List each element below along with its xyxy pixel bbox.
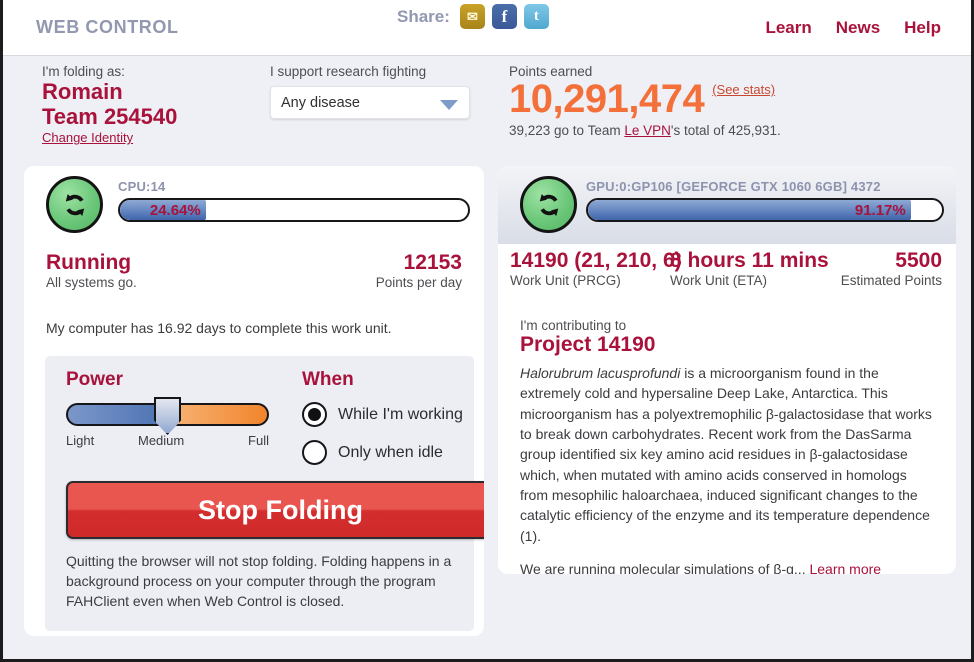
power-slider-labels: Light Medium Full [66, 433, 269, 449]
when-title: When [302, 369, 354, 390]
radio-while-working-label: While I'm working [338, 405, 463, 423]
share-bar: Share: ✉ f t [397, 4, 549, 29]
disease-select-value: Any disease [281, 94, 360, 111]
slot-card-cpu[interactable]: CPU:14 24.64% Running All systems go. 12… [24, 166, 484, 636]
organism-name: Halorubrum lacusprofundi [520, 365, 681, 382]
contributing-label: I'm contributing to [520, 318, 627, 333]
gpu-eta-label: Work Unit (ETA) [670, 273, 768, 289]
cpu-status-title: Running [46, 251, 132, 274]
chevron-down-icon [440, 100, 458, 110]
slot-card-gpu[interactable]: GPU:0:GP106 [GEFORCE GTX 1060 6GB] 4372 … [498, 166, 956, 574]
cpu-ppd: 12153 Points per day [375, 251, 462, 291]
refresh-icon [520, 176, 577, 233]
facebook-share-icon[interactable]: f [491, 4, 517, 29]
project-title: Project 14190 [520, 333, 656, 356]
stop-folding-button[interactable]: Stop Folding [66, 481, 484, 539]
cpu-slot-header[interactable]: CPU:14 24.64% [24, 166, 484, 244]
cpu-status: Running All systems go. [46, 251, 137, 291]
quit-note: Quitting the browser will not stop foldi… [66, 553, 452, 609]
cpu-status-row: Running All systems go. 12153 Points per… [24, 244, 484, 300]
team-note-suffix: 's total of 425,931. [670, 122, 781, 138]
disease-select[interactable]: Any disease [270, 86, 470, 119]
header-nav: Learn News Help [765, 18, 941, 38]
radio-only-idle[interactable]: Only when idle [302, 440, 463, 465]
web-control-page: WEB CONTROL Share: ✉ f t Learn News Help… [0, 0, 974, 662]
project-description-p1: Halorubrum lacusprofundi is a microorgan… [520, 363, 934, 546]
gpu-est-label: Estimated Points [840, 273, 942, 289]
nav-link-news[interactable]: News [836, 18, 880, 38]
power-label-medium: Medium [138, 433, 185, 448]
disease-label: I support research fighting [270, 64, 427, 79]
gpu-prcg: 14190 (21, 210, 6) Work Unit (PRCG) [510, 249, 682, 289]
folding-as-label: I'm folding as: [42, 64, 125, 79]
disease-selector-block: I support research fighting Any disease [270, 64, 475, 119]
power-slider-handle[interactable] [154, 397, 181, 435]
points-earned-block: Points earned 10,291,474 (See stats) 39,2… [509, 64, 781, 138]
project-description: Halorubrum lacusprofundi is a microorgan… [498, 357, 956, 574]
cpu-progress-bar: 24.64% [118, 198, 470, 222]
radio-icon-unselected [302, 440, 327, 465]
when-control: When While I'm working Only when idle [302, 370, 463, 465]
cpu-work-note: My computer has 16.92 days to complete t… [46, 320, 392, 336]
team-note-prefix: 39,223 go to Team [509, 122, 625, 138]
radio-icon-selected [302, 402, 327, 427]
cpu-progress-text: 24.64% [149, 201, 201, 219]
gpu-eta-value: 8 hours 11 mins [670, 249, 829, 272]
cpu-ppd-value: 12153 [403, 251, 462, 274]
power-label-full: Full [248, 433, 269, 448]
gpu-estimated-points: 5500 Estimated Points [840, 249, 942, 289]
project-description-p2: We are running molecular simulations of … [520, 559, 934, 574]
change-identity-link[interactable]: Change Identity [42, 130, 133, 145]
see-stats-link[interactable]: (See stats) [712, 82, 775, 97]
user-name: Romain [42, 79, 123, 104]
nav-link-help[interactable]: Help [904, 18, 941, 38]
power-slider[interactable] [66, 397, 269, 435]
cpu-slot-label: CPU:14 [118, 179, 166, 194]
identity-block: I'm folding as: Romain Team 254540 Chang… [42, 64, 177, 147]
power-title: Power [66, 369, 124, 390]
project-description-rest: is a microorganism found in the extremel… [520, 365, 932, 544]
share-label: Share: [397, 6, 450, 26]
refresh-icon [46, 176, 103, 233]
gpu-eta: 8 hours 11 mins Work Unit (ETA) [670, 249, 829, 289]
team-name: Team 254540 [42, 103, 178, 129]
nav-link-learn[interactable]: Learn [765, 18, 811, 38]
app-header: WEB CONTROL Share: ✉ f t Learn News Help [3, 0, 971, 56]
gpu-slot-label: GPU:0:GP106 [GEFORCE GTX 1060 6GB] 4372 [586, 179, 881, 194]
power-control: Power Light Medium Full [66, 370, 271, 449]
gpu-prcg-value: 14190 (21, 210, 6) [510, 249, 682, 272]
slot-cards: CPU:14 24.64% Running All systems go. 12… [3, 166, 971, 656]
gpu-prcg-label: Work Unit (PRCG) [510, 273, 621, 289]
gpu-est-value: 5500 [895, 249, 942, 272]
gpu-progress-text: 91.17% [854, 201, 906, 219]
cpu-ppd-label: Points per day [375, 275, 462, 291]
account-summary-row: I'm folding as: Romain Team 254540 Chang… [3, 56, 971, 166]
gpu-status-row: 14190 (21, 210, 6) Work Unit (PRCG) 8 ho… [498, 244, 956, 300]
control-panel: Power Light Medium Full When While I'm w… [45, 356, 484, 631]
team-contribution-note: 39,223 go to Team Le VPN's total of 425,… [509, 123, 781, 138]
points-earned-value: 10,291,474 [509, 77, 705, 121]
radio-while-working[interactable]: While I'm working [302, 402, 463, 427]
gpu-progress-bar: 91.17% [586, 198, 944, 222]
page-title: WEB CONTROL [36, 17, 179, 37]
twitter-share-icon[interactable]: t [523, 4, 549, 29]
learn-more-link[interactable]: Learn more [809, 561, 881, 574]
power-label-light: Light [66, 433, 95, 448]
team-link[interactable]: Le VPN [624, 123, 671, 138]
project-description-2: We are running molecular simulations of … [520, 560, 806, 574]
email-share-icon[interactable]: ✉ [459, 4, 485, 29]
project-contribution: I'm contributing to Project 14190 [498, 314, 956, 357]
cpu-status-sub: All systems go. [46, 275, 137, 291]
radio-only-idle-label: Only when idle [338, 443, 443, 461]
gpu-slot-header[interactable]: GPU:0:GP106 [GEFORCE GTX 1060 6GB] 4372 … [498, 166, 956, 244]
